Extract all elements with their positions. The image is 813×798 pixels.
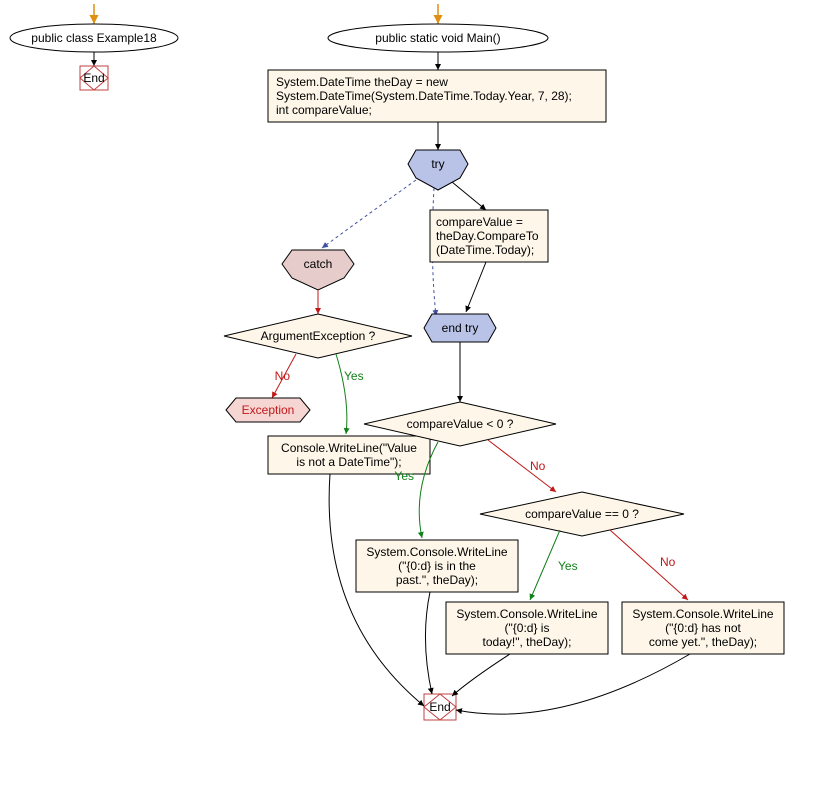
cmp-lt0-no-label: No xyxy=(530,459,546,473)
method-label: public static void Main() xyxy=(375,31,500,45)
catch-body-l2: is not a DateTime"); xyxy=(296,455,401,469)
arrow-notyet-to-end xyxy=(456,654,690,714)
cmp-lt0-yes-label: Yes xyxy=(394,469,414,483)
argexc-yes-label: Yes xyxy=(344,369,364,383)
today-l1: System.Console.WriteLine xyxy=(456,607,597,621)
cmp-eq0-label: compareValue == 0 ? xyxy=(525,507,639,521)
today-l3: today!", theDay); xyxy=(483,635,572,649)
past-l1: System.Console.WriteLine xyxy=(366,545,507,559)
end-node-main: End xyxy=(424,694,456,720)
notyet-l3: come yet.", theDay); xyxy=(649,635,757,649)
arrow-argexc-yes xyxy=(336,354,347,434)
cmp-eq0-no-label: No xyxy=(660,555,676,569)
endtry-label: end try xyxy=(442,321,479,335)
try-body-l2: theDay.CompareTo xyxy=(436,229,539,243)
class-label: public class Example18 xyxy=(31,31,157,45)
arrow-cmp-lt0-no xyxy=(488,440,556,492)
past-l3: past.", theDay); xyxy=(396,573,478,587)
arrow-past-to-end xyxy=(425,592,432,694)
cmp-lt0-label: compareValue < 0 ? xyxy=(407,417,514,431)
today-l2: ("{0:d} is xyxy=(505,621,550,635)
catch-body-l1: Console.WriteLine("Value xyxy=(281,441,417,455)
notyet-l2: ("{0:d} has not xyxy=(665,621,741,635)
argexc-label: ArgumentException ? xyxy=(261,329,376,343)
init-l2: System.DateTime(System.DateTime.Today.Ye… xyxy=(276,89,572,103)
svg-text:End: End xyxy=(429,700,450,714)
try-label: try xyxy=(431,157,444,171)
svg-text:End: End xyxy=(83,71,104,85)
argexc-no-label: No xyxy=(275,369,291,383)
end-node-left: End xyxy=(80,66,108,90)
arrow-today-to-end xyxy=(452,654,510,696)
arrow-cmp-eq0-no xyxy=(610,530,688,600)
past-l2: ("{0:d} is in the xyxy=(398,559,476,573)
try-body-l3: (DateTime.Today); xyxy=(436,243,534,257)
arrow-body-to-endtry xyxy=(466,262,486,312)
arrow-try-to-body xyxy=(452,182,486,210)
cmp-eq0-yes-label: Yes xyxy=(558,559,578,573)
try-body-l1: compareValue = xyxy=(436,215,523,229)
dotted-try-to-catch xyxy=(322,180,416,248)
notyet-l1: System.Console.WriteLine xyxy=(632,607,773,621)
arrow-cmp-eq0-yes xyxy=(530,530,560,600)
init-l3: int compareValue; xyxy=(276,103,372,117)
catch-label: catch xyxy=(304,257,333,271)
exception-label: Exception xyxy=(242,403,295,417)
init-l1: System.DateTime theDay = new xyxy=(276,75,448,89)
